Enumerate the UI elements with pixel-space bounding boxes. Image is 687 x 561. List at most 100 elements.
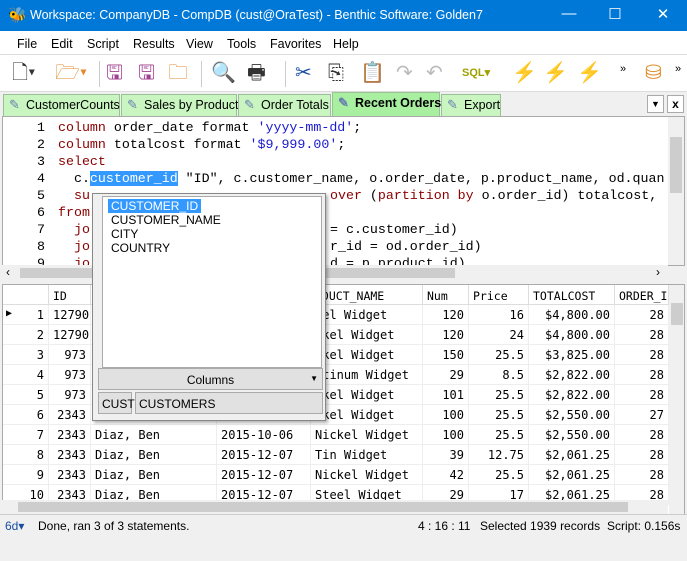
execute-single-icon[interactable]: ⚡ [577, 61, 602, 85]
column-header[interactable]: ID [49, 285, 91, 305]
table-cell[interactable]: 973 [49, 385, 91, 405]
tab-customercounts[interactable]: ✎ CustomerCounts [3, 94, 120, 116]
menu-tools[interactable]: Tools [227, 37, 256, 51]
table-cell[interactable]: 8.5 [469, 365, 529, 385]
print-icon[interactable]: 🖶 [247, 61, 266, 85]
table-cell[interactable]: eel Widget [311, 305, 423, 325]
execute-script-icon[interactable]: ⚡ [543, 61, 568, 85]
menu-results[interactable]: Results [133, 37, 175, 51]
column-header[interactable]: ORDER_I [615, 285, 669, 305]
menu-file[interactable]: File [17, 37, 37, 51]
table-cell[interactable]: $4,800.00 [529, 325, 615, 345]
table-cell[interactable]: 29 [423, 365, 469, 385]
new-file-icon[interactable]: 🗋▾ [12, 61, 35, 85]
minimize-button[interactable]: — [546, 5, 592, 22]
table-cell[interactable]: $4,800.00 [529, 305, 615, 325]
redo-icon[interactable]: ↷ [396, 61, 413, 85]
grid-horizontal-scrollbar[interactable] [2, 500, 668, 514]
table-cell[interactable]: 25.5 [469, 405, 529, 425]
save-icon[interactable]: 🖫 [106, 61, 123, 85]
table-cell[interactable]: 100 [423, 405, 469, 425]
scrollbar-thumb[interactable] [671, 303, 683, 325]
column-header[interactable]: TOTALCOST [529, 285, 615, 305]
table-cell[interactable]: 24 [469, 325, 529, 345]
table-cell[interactable]: ckel Widget [311, 405, 423, 425]
table-cell[interactable]: 120 [423, 305, 469, 325]
autocomplete-item[interactable]: CUSTOMER_ID [108, 199, 202, 213]
table-cell[interactable]: 2015-12-07 [217, 445, 311, 465]
database-tools-icon[interactable]: ⛁ [645, 61, 662, 85]
table-cell[interactable]: $3,825.00 [529, 345, 615, 365]
revert-icon[interactable]: 🗀 [168, 61, 188, 85]
table-cell[interactable]: 28 [615, 465, 669, 485]
table-cell[interactable]: 12790 [49, 325, 91, 345]
table-cell[interactable]: 2343 [49, 465, 91, 485]
close-button[interactable]: ✕ [640, 5, 686, 23]
tab-list-dropdown-icon[interactable]: ▼ [647, 95, 664, 113]
autocomplete-item[interactable]: COUNTRY [108, 241, 173, 255]
toolbar-overflow-button-2[interactable]: » [675, 57, 681, 81]
tab-recent-orders[interactable]: ✎ Recent Orders [332, 92, 441, 116]
paste-icon[interactable]: 📋 [360, 61, 385, 85]
autocomplete-item[interactable]: CITY [108, 227, 141, 241]
tab-sales-by-product[interactable]: ✎ Sales by Product [121, 94, 239, 116]
table-cell[interactable]: 25.5 [469, 425, 529, 445]
table-cell[interactable]: ckel Widget [311, 345, 423, 365]
table-cell[interactable]: Diaz, Ben [91, 445, 217, 465]
table-cell[interactable]: 100 [423, 425, 469, 445]
table-cell[interactable]: 28 [615, 325, 669, 345]
column-header[interactable]: Num [423, 285, 469, 305]
table-cell[interactable]: Diaz, Ben [91, 465, 217, 485]
maximize-button[interactable]: ☐ [592, 5, 638, 23]
close-tab-icon[interactable]: x [667, 95, 684, 113]
table-cell[interactable]: 28 [615, 365, 669, 385]
menu-help[interactable]: Help [333, 37, 359, 51]
autocomplete-list[interactable]: CUSTOMER_ID CUSTOMER_NAME CITY COUNTRY [102, 196, 322, 368]
table-cell[interactable]: 42 [423, 465, 469, 485]
scrollbar-thumb[interactable] [18, 502, 628, 512]
table-cell[interactable]: 120 [423, 325, 469, 345]
table-cell[interactable]: 16 [469, 305, 529, 325]
table-cell[interactable]: atinum Widget [311, 365, 423, 385]
table-cell[interactable]: 28 [615, 345, 669, 365]
menu-favorites[interactable]: Favorites [270, 37, 321, 51]
table-cell[interactable]: Diaz, Ben [91, 425, 217, 445]
table-cell[interactable]: 25.5 [469, 385, 529, 405]
copy-icon[interactable]: ⎘ [328, 61, 344, 85]
cut-icon[interactable]: ✂ [295, 61, 312, 85]
table-cell[interactable]: 2015-10-06 [217, 425, 311, 445]
table-cell[interactable]: 25.5 [469, 465, 529, 485]
table-cell[interactable]: 2343 [49, 445, 91, 465]
undo-icon[interactable]: ↶ [426, 61, 443, 85]
table-cell[interactable]: 12790 [49, 305, 91, 325]
table-cell[interactable]: $2,822.00 [529, 385, 615, 405]
table-cell[interactable]: 2343 [49, 425, 91, 445]
tab-export[interactable]: ✎ Export [441, 94, 501, 116]
table-cell[interactable]: 25.5 [469, 345, 529, 365]
table-cell[interactable]: 973 [49, 345, 91, 365]
table-cell[interactable]: 39 [423, 445, 469, 465]
print-preview-icon[interactable]: 🔍 [211, 61, 236, 85]
autocomplete-item[interactable]: CUSTOMER_NAME [108, 213, 224, 227]
table-cell[interactable]: $2,822.00 [529, 365, 615, 385]
tab-order-totals[interactable]: ✎ Order Totals [238, 94, 331, 116]
table-cell[interactable]: $2,061.25 [529, 445, 615, 465]
menu-edit[interactable]: Edit [51, 37, 73, 51]
table-cell[interactable]: $2,550.00 [529, 425, 615, 445]
table-cell[interactable]: ckel Widget [311, 325, 423, 345]
table-cell[interactable]: Tin Widget [311, 445, 423, 465]
columns-dropdown[interactable]: Columns ▼ [98, 368, 323, 390]
editor-vertical-scrollbar[interactable] [668, 117, 684, 265]
table-cell[interactable]: 28 [615, 305, 669, 325]
column-header[interactable]: Price [469, 285, 529, 305]
table-cell[interactable]: 973 [49, 365, 91, 385]
menu-view[interactable]: View [186, 37, 213, 51]
table-cell[interactable]: 2343 [49, 405, 91, 425]
table-cell[interactable]: $2,061.25 [529, 465, 615, 485]
column-header[interactable]: ODUCT_NAME [311, 285, 423, 305]
execute-icon[interactable]: ⚡ [512, 61, 537, 85]
table-cell[interactable]: $2,550.00 [529, 405, 615, 425]
table-cell[interactable]: 28 [615, 385, 669, 405]
scrollbar-thumb[interactable] [670, 137, 682, 193]
table-cell[interactable]: 12.75 [469, 445, 529, 465]
